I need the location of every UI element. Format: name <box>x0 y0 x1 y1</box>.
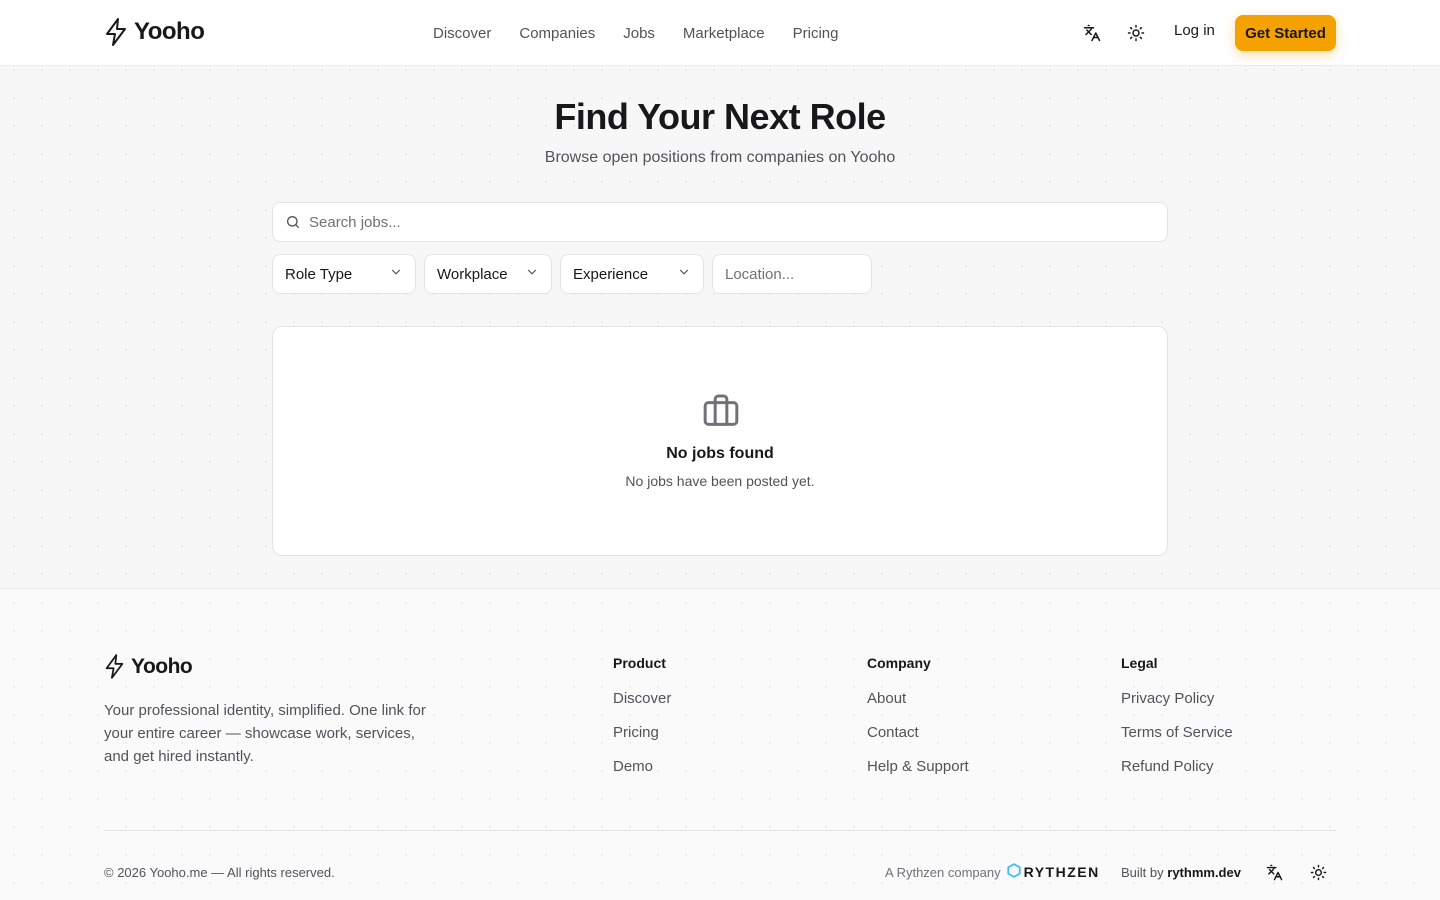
parent-company: A Rythzen company RYTHZEN <box>885 863 1100 881</box>
login-link[interactable]: Log in <box>1174 22 1215 39</box>
copyright-text: © 2026 Yooho.me — All rights reserved. <box>104 865 335 880</box>
rythzen-wordmark: RYTHZEN <box>1023 864 1100 880</box>
role-type-label: Role Type <box>285 265 353 283</box>
footer-column-product: Product Discover Pricing Demo <box>613 655 671 791</box>
built-by-prefix: Built by <box>1121 865 1164 880</box>
header-logo[interactable]: Yooho <box>104 17 205 47</box>
hexagon-icon <box>1006 863 1021 881</box>
get-started-button[interactable]: Get Started <box>1235 15 1336 51</box>
top-header: Yooho Discover Companies Jobs Marketplac… <box>0 0 1440 66</box>
chevron-down-icon <box>677 265 691 283</box>
empty-state-title: No jobs found <box>666 445 774 462</box>
nav-companies[interactable]: Companies <box>519 25 595 42</box>
footer-column-heading: Product <box>613 655 666 671</box>
footer-column-legal: Legal Privacy Policy Terms of Service Re… <box>1121 655 1233 791</box>
page-subtitle: Browse open positions from companies on … <box>544 149 896 166</box>
logo-text: Yooho <box>134 18 205 45</box>
translate-icon[interactable] <box>1080 21 1104 45</box>
footer-column-heading: Legal <box>1121 655 1158 671</box>
footer-link-about[interactable]: About <box>867 689 969 709</box>
role-type-select[interactable]: Role Type <box>272 254 416 294</box>
search-input[interactable] <box>309 203 1149 241</box>
lightning-bolt-icon <box>104 653 125 680</box>
nav-pricing[interactable]: Pricing <box>793 25 839 42</box>
parent-company-prefix: A Rythzen company <box>885 864 1001 880</box>
search-icon <box>285 214 301 235</box>
experience-label: Experience <box>573 265 649 283</box>
footer-link-pricing[interactable]: Pricing <box>613 723 671 743</box>
logo-text: Yooho <box>131 654 193 678</box>
site-footer: Yooho Your professional identity, simpli… <box>0 588 1440 900</box>
empty-state-message: No jobs have been posted yet. <box>625 473 815 489</box>
footer-link-terms-of-service[interactable]: Terms of Service <box>1121 723 1233 743</box>
built-by: Built by rythmm.dev <box>1121 865 1241 880</box>
main-nav: Discover Companies Jobs Marketplace Pric… <box>433 0 866 66</box>
workplace-select[interactable]: Workplace <box>424 254 552 294</box>
chevron-down-icon <box>525 265 539 283</box>
footer-tagline: Your professional identity, simplified. … <box>104 702 426 765</box>
nav-discover[interactable]: Discover <box>433 25 491 42</box>
workplace-label: Workplace <box>437 265 508 283</box>
lightning-bolt-icon <box>104 17 128 47</box>
built-by-link[interactable]: rythmm.dev <box>1167 865 1241 880</box>
location-input[interactable] <box>713 255 871 293</box>
briefcase-icon <box>701 391 741 436</box>
rythzen-logo[interactable]: RYTHZEN <box>1006 863 1100 881</box>
footer-column-heading: Company <box>867 655 931 671</box>
page-title: Find Your Next Role <box>554 96 886 137</box>
footer-link-discover[interactable]: Discover <box>613 689 671 709</box>
chevron-down-icon <box>389 265 403 283</box>
translate-icon[interactable] <box>1263 861 1285 883</box>
sun-icon[interactable] <box>1124 21 1148 45</box>
job-search-box <box>272 202 1168 242</box>
empty-state-card: No jobs found No jobs have been posted y… <box>272 326 1168 556</box>
location-filter <box>712 254 872 294</box>
nav-jobs[interactable]: Jobs <box>623 25 655 42</box>
sun-icon[interactable] <box>1307 861 1329 883</box>
experience-select[interactable]: Experience <box>560 254 704 294</box>
footer-link-privacy-policy[interactable]: Privacy Policy <box>1121 689 1233 709</box>
footer-link-help-support[interactable]: Help & Support <box>867 757 969 777</box>
footer-link-demo[interactable]: Demo <box>613 757 671 777</box>
footer-link-refund-policy[interactable]: Refund Policy <box>1121 757 1233 777</box>
footer-logo[interactable]: Yooho <box>104 653 193 680</box>
footer-divider <box>104 830 1336 831</box>
nav-marketplace[interactable]: Marketplace <box>683 25 765 42</box>
footer-column-company: Company About Contact Help & Support <box>867 655 969 791</box>
footer-link-contact[interactable]: Contact <box>867 723 969 743</box>
